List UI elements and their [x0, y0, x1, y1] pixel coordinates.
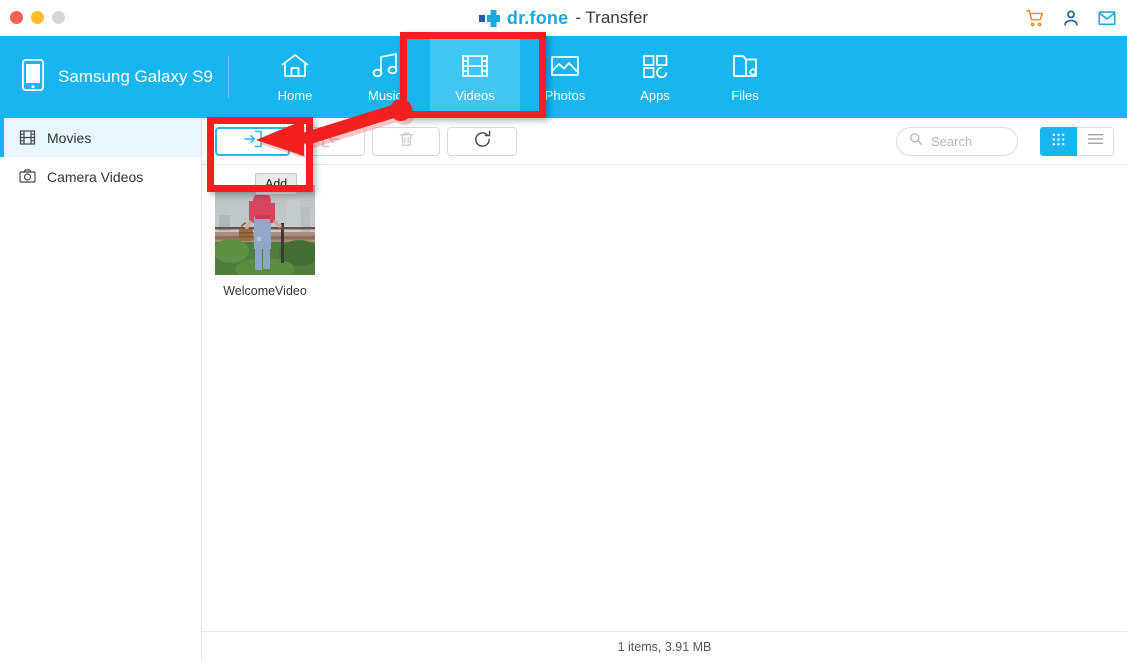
app-brand: dr.fone - Transfer [0, 0, 1127, 36]
trash-icon [397, 130, 416, 154]
refresh-button[interactable] [447, 127, 517, 156]
refresh-icon [472, 129, 493, 155]
export-button[interactable] [297, 127, 365, 156]
list-item[interactable]: WelcomeVideo [215, 185, 315, 298]
drfone-logo-icon [478, 9, 500, 27]
brand-name: dr.fone [506, 7, 569, 28]
tab-photos[interactable]: Photos [520, 36, 610, 118]
photo-icon [548, 51, 582, 81]
title-bar-icons [1025, 0, 1117, 36]
tab-label-music: Music [368, 88, 402, 103]
tab-files[interactable]: Files [700, 36, 790, 118]
export-arrow-icon [320, 129, 342, 154]
mail-icon[interactable] [1097, 8, 1117, 28]
sidebar-label-camera-videos: Camera Videos [47, 168, 144, 185]
brand-subtitle: - Transfer [575, 8, 649, 27]
tab-label-apps: Apps [640, 88, 670, 103]
status-bar: 1 items, 3.91 MB [202, 631, 1127, 661]
sidebar-label-movies: Movies [47, 129, 92, 146]
add-button-tooltip: Add [255, 173, 298, 195]
device-name: Samsung Galaxy S9 [58, 67, 213, 86]
title-bar: dr.fone - Transfer [0, 0, 1127, 36]
video-film-icon [458, 51, 492, 81]
view-mode-toggle [1040, 127, 1114, 156]
search-icon [909, 132, 923, 151]
home-icon [278, 51, 312, 81]
delete-button[interactable] [372, 127, 440, 156]
video-grid: WelcomeVideo [202, 165, 1127, 631]
header-divider [228, 56, 229, 98]
tab-label-videos: Videos [455, 88, 495, 103]
grid-view-button[interactable] [1040, 127, 1077, 156]
import-arrow-icon [242, 129, 264, 154]
sidebar: Movies Camera Videos [0, 118, 202, 661]
list-lines-icon [1087, 132, 1104, 151]
sidebar-item-movies[interactable]: Movies [0, 118, 201, 157]
content-toolbar: Search [202, 118, 1127, 165]
tab-label-photos: Photos [544, 88, 586, 103]
phone-icon [21, 58, 45, 96]
tab-home[interactable]: Home [250, 36, 340, 118]
device-header-bar: Samsung Galaxy S9 Home Music Videos Phot… [0, 36, 1127, 118]
apps-grid-icon [638, 51, 672, 81]
sidebar-item-camera-videos[interactable]: Camera Videos [0, 157, 201, 196]
tab-label-files: Files [731, 88, 759, 103]
status-text: 1 items, 3.91 MB [617, 639, 712, 654]
folder-gear-icon [728, 51, 762, 81]
main-nav-tabs: Home Music Videos Photos Apps Files [250, 36, 790, 118]
grid-dots-icon [1051, 132, 1066, 152]
video-title: WelcomeVideo [223, 284, 307, 298]
connected-device[interactable]: Samsung Galaxy S9 [21, 36, 213, 118]
add-button[interactable] [215, 127, 290, 156]
drfone-transfer-window: dr.fone - Transfer Samsung Galaxy S9 Hom… [0, 0, 1127, 661]
tab-videos[interactable]: Videos [430, 36, 520, 118]
account-icon[interactable] [1061, 8, 1081, 28]
list-view-button[interactable] [1077, 127, 1114, 156]
tab-apps[interactable]: Apps [610, 36, 700, 118]
camera-icon [19, 168, 36, 185]
cart-icon[interactable] [1025, 8, 1045, 28]
search-input[interactable]: Search [896, 127, 1018, 156]
music-icon [368, 51, 402, 81]
search-placeholder: Search [931, 134, 973, 149]
film-icon [19, 129, 36, 146]
tab-music[interactable]: Music [340, 36, 430, 118]
tab-label-home: Home [277, 88, 313, 103]
video-thumbnail[interactable] [215, 185, 315, 275]
